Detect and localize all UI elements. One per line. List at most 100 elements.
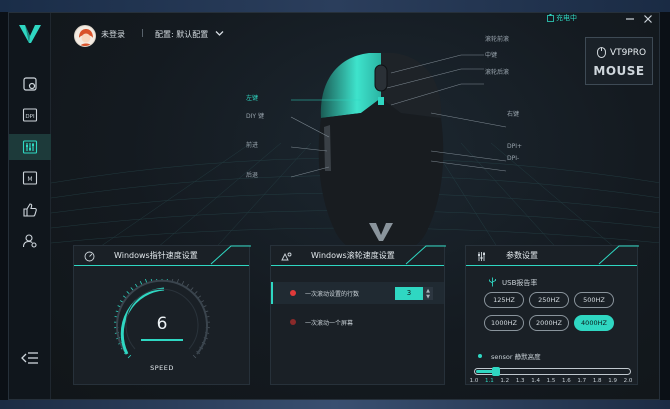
slider-tick-label[interactable]: 1.0 <box>470 378 479 384</box>
scroll-lines-stepper[interactable]: 3 ▲ ▼ <box>395 287 433 300</box>
radio-dot-active[interactable] <box>290 290 296 296</box>
sidebar-item-macro[interactable]: M <box>9 165 51 191</box>
sensor-indicator-dot <box>478 354 482 358</box>
speedometer-icon <box>84 251 95 262</box>
gauge-tick <box>176 279 179 283</box>
slider-tick-label[interactable]: 1.9 <box>608 378 617 384</box>
rate-1000hz-button[interactable]: 1000HZ <box>484 315 524 331</box>
speed-label: SPEED <box>150 364 174 372</box>
rate-4000hz-button[interactable]: 4000HZ <box>574 315 614 331</box>
label-diy-key[interactable]: DIY 键 <box>246 111 264 120</box>
minimize-icon <box>626 18 634 20</box>
model-name: VT9PRO <box>610 48 647 58</box>
label-dpi-plus[interactable]: DPI+ <box>507 143 522 150</box>
scroll-lines-label: 一次滚动设置的行数 <box>305 291 360 298</box>
mouse-body <box>318 53 444 255</box>
card-header: 参数设置 <box>466 245 639 266</box>
gauge-tick <box>192 354 197 359</box>
label-dpi-minus[interactable]: DPI- <box>507 155 519 162</box>
label-forward[interactable]: 前进 <box>246 140 258 149</box>
slider-tick-label[interactable]: 2.0 <box>624 378 633 384</box>
sidebar-item-user-settings[interactable] <box>9 228 51 254</box>
stepper-down-icon[interactable]: ▼ <box>426 294 430 300</box>
battery-charging-icon <box>547 14 554 22</box>
scroll-wheel-icon <box>281 252 292 261</box>
login-status[interactable]: 未登录 <box>101 29 125 40</box>
label-left-key[interactable]: 左键 <box>246 93 258 102</box>
sensor-height-slider[interactable] <box>474 367 631 376</box>
thumbs-up-icon <box>23 203 37 217</box>
radio-dot-inactive[interactable] <box>290 319 296 325</box>
close-icon <box>644 15 652 23</box>
scroll-lines-value[interactable]: 3 <box>395 287 423 300</box>
label-back[interactable]: 后退 <box>246 170 258 179</box>
sidebar-item-dpi[interactable]: DPI <box>9 102 51 128</box>
desktop-background-top <box>0 0 670 12</box>
macro-icon: M <box>22 171 38 185</box>
scroll-speed-card: Windows滚轮速度设置 一次滚动设置的行数 3 ▲ ▼ 一次滚动一个屏幕 <box>270 245 446 385</box>
sidebar-item-like[interactable] <box>9 197 51 223</box>
brand-logo-icon <box>19 25 41 43</box>
svg-text:DPI: DPI <box>25 114 35 120</box>
label-scroll-up[interactable]: 滚轮前滚 <box>485 34 509 43</box>
user-settings-icon <box>22 234 37 248</box>
stepper-arrows[interactable]: ▲ ▼ <box>423 287 433 300</box>
separator: | <box>141 28 144 37</box>
slider-tick-label[interactable]: 1.8 <box>593 378 602 384</box>
app-window: DPI M 未登录 | 配置: 默认配置 充电中 VT9PRO MOUSE 左键… <box>8 12 660 400</box>
slider-tick-label[interactable]: 1.6 <box>562 378 571 384</box>
rate-2000hz-button[interactable]: 2000HZ <box>529 315 569 331</box>
slider-tick-label[interactable]: 1.2 <box>500 378 509 384</box>
home-mouse-icon <box>23 77 37 91</box>
label-scroll-down[interactable]: 滚轮后滚 <box>485 67 509 76</box>
avatar[interactable] <box>74 25 96 47</box>
card-corner-decoration <box>210 245 251 265</box>
scroll-option-lines[interactable]: 一次滚动设置的行数 3 ▲ ▼ <box>271 282 444 304</box>
label-middle[interactable]: 中键 <box>485 50 497 59</box>
slider-tick-label[interactable]: 1.1 <box>485 378 494 384</box>
sensor-height-label: sensor 静默高度 <box>491 353 541 361</box>
label-right-key[interactable]: 右键 <box>507 109 519 118</box>
mouse-outline-icon <box>597 47 606 58</box>
rate-500hz-button[interactable]: 500HZ <box>574 292 614 308</box>
card-corner-decoration <box>405 245 446 265</box>
parameters-card: 参数设置 USB报告率 125HZ 250HZ 500HZ 1000HZ 200… <box>465 245 639 386</box>
sidebar-item-performance[interactable] <box>9 134 51 160</box>
sidebar-item-mouse-home[interactable] <box>9 71 51 97</box>
slider-tick-label[interactable]: 1.4 <box>531 378 540 384</box>
chevron-down-icon[interactable] <box>215 30 224 37</box>
slider-tick-label[interactable]: 1.5 <box>547 378 556 384</box>
gauge-tick <box>139 281 143 285</box>
gauge-tick <box>127 354 132 359</box>
sidebar: DPI M <box>9 13 51 399</box>
slider-tick-label[interactable]: 1.7 <box>577 378 586 384</box>
card-header: Windows滚轮速度设置 <box>271 245 446 266</box>
gauge-tick <box>145 279 148 283</box>
close-button[interactable] <box>642 13 654 25</box>
performance-sliders-icon <box>22 140 38 154</box>
sliders-icon <box>478 252 485 261</box>
model-badge: VT9PRO MOUSE <box>585 37 653 85</box>
scroll-screen-label: 一次滚动一个屏幕 <box>305 320 354 327</box>
config-selector[interactable]: 配置: 默认配置 <box>155 29 208 40</box>
minimize-button[interactable] <box>624 13 636 25</box>
card-title: 参数设置 <box>506 251 538 260</box>
model-type: MOUSE <box>593 64 645 78</box>
svg-text:M: M <box>27 176 32 183</box>
slider-ticks: 1.0 1.1 1.2 1.3 1.4 1.5 1.6 1.7 1.8 1.9 2.0 <box>468 378 634 386</box>
main-panel: 未登录 | 配置: 默认配置 充电中 VT9PRO MOUSE 左键 DIY 键… <box>51 13 659 399</box>
card-header: Windows指针速度设置 <box>74 245 251 266</box>
desktop-background-bottom <box>0 400 670 409</box>
gauge-tick <box>181 281 185 285</box>
card-corner-decoration <box>598 245 639 265</box>
dpi-icon: DPI <box>22 108 38 122</box>
usb-rate-label: USB报告率 <box>502 279 538 287</box>
slider-handle[interactable] <box>492 367 501 376</box>
rate-250hz-button[interactable]: 250HZ <box>529 292 569 308</box>
usb-icon <box>489 277 496 287</box>
slider-tick-label[interactable]: 1.3 <box>516 378 525 384</box>
pointer-speed-card: Windows指针速度设置 6 SPEED <box>73 245 251 385</box>
scroll-option-screen[interactable]: 一次滚动一个屏幕 <box>271 311 444 333</box>
collapse-sidebar-icon[interactable] <box>21 351 39 365</box>
rate-125hz-button[interactable]: 125HZ <box>484 292 524 308</box>
